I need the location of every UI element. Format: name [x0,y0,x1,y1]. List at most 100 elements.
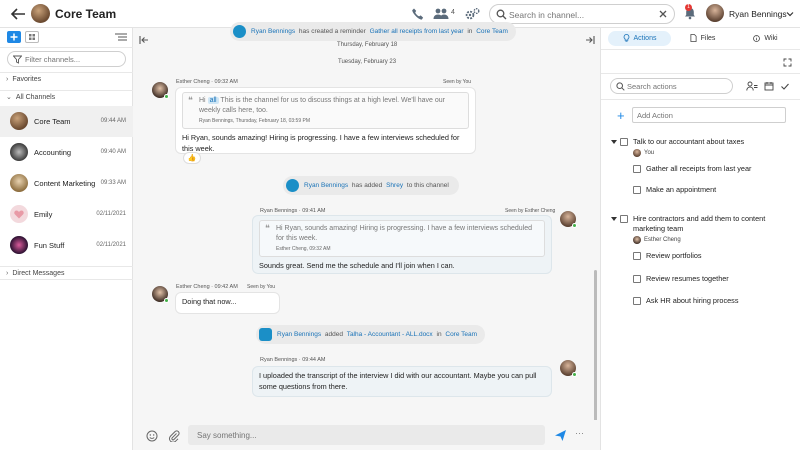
send-icon[interactable] [554,429,567,442]
sidebar-item-core-team[interactable]: Core Team 09:44 AM [0,106,133,137]
add-action-input[interactable] [632,107,786,123]
channel-filter[interactable] [7,51,126,67]
channel-time: 02/11/2021 [96,242,126,248]
phone-icon[interactable] [411,7,425,21]
collapse-left-icon[interactable] [139,35,149,45]
mention[interactable]: all [207,97,219,104]
user-avatar[interactable] [706,4,724,22]
user-name[interactable]: Ryan Bennings [729,9,787,19]
date-separator: Thursday, February 18 [337,42,398,48]
channel-link[interactable]: Core Team [476,28,508,35]
subtask-title[interactable]: Gather all receipts from last year [646,164,796,174]
subtask-checkbox[interactable] [633,252,641,260]
subtask-checkbox[interactable] [633,275,641,283]
channel-link[interactable]: Core Team [445,331,477,338]
grid-view-button[interactable] [25,31,39,43]
emoji-icon[interactable] [146,430,158,442]
back-arrow-icon[interactable] [10,7,26,21]
sidebar-item-content-marketing[interactable]: Content Marketing 09:33 AM [0,168,133,199]
tab-actions[interactable]: Actions [608,31,671,46]
assignee-name: You [644,150,655,156]
channel-name: Emily [34,210,53,219]
channel-search[interactable] [489,4,675,24]
members-icon[interactable] [433,7,449,21]
document-icon [259,328,272,341]
channel-search-input[interactable] [509,7,653,22]
all-channels-section[interactable]: ⌄ All Channels [0,90,133,104]
clear-search-icon[interactable] [658,9,668,19]
message-input[interactable] [188,425,545,445]
file-link[interactable]: Talha - Accountant - ALL.docx [347,331,433,338]
search-icon [616,82,625,91]
collapse-right-icon[interactable] [585,35,595,45]
channel-filter-input[interactable] [25,54,123,65]
task-checkbox[interactable] [620,138,628,146]
channel-avatar [10,143,28,161]
sidebar-item-emily[interactable]: Emily 02/11/2021 [0,199,133,230]
message-bubble: I uploaded the transcript of the intervi… [252,366,552,397]
notice-user[interactable]: Ryan Bennings [304,182,348,189]
channel-name: Fun Stuff [34,241,65,250]
notice-user[interactable]: Ryan Bennings [251,28,295,35]
notice-user[interactable]: Ryan Bennings [277,331,321,338]
tab-label: Wiki [764,35,778,42]
added-user-link[interactable]: Shrey [386,182,403,189]
task-title[interactable]: Hire contractors and add them to content… [633,214,773,234]
actions-search-input[interactable] [627,81,730,92]
subtask-title[interactable]: Ask HR about hiring process [646,296,796,306]
settings-gear-icon[interactable] [465,7,480,21]
direct-messages-section[interactable]: › Direct Messages [0,266,133,280]
task-title[interactable]: Talk to our accountant about taxes [633,137,793,147]
channel-avatar [10,112,28,130]
avatar[interactable] [152,82,169,99]
channel-time: 09:33 AM [100,180,126,186]
avatar[interactable] [560,211,577,228]
chat-scrollbar[interactable] [594,270,597,422]
tab-wiki[interactable]: Wiki [734,31,797,46]
calendar-icon[interactable] [764,81,774,91]
quote-text: This is the channel for us to discuss th… [199,97,445,114]
message-author: Ryan Bennings [260,357,298,363]
message-meta: Esther Cheng · 09:32 AM [176,79,238,85]
sidebar-item-fun-stuff[interactable]: Fun Stuff 02/11/2021 [0,230,133,261]
subtask-title[interactable]: Review resumes together [646,274,796,284]
actions-search[interactable] [610,78,733,94]
subtask-title[interactable]: Make an appointment [646,185,796,195]
list-menu-button[interactable] [114,31,128,43]
collapse-group-icon[interactable] [611,140,617,144]
people-icon [233,25,246,38]
message-bubble: Doing that now... [175,292,280,314]
subtask-title[interactable]: Review portfolios [646,251,796,261]
collapse-group-icon[interactable] [611,217,617,221]
subtask-checkbox[interactable] [633,165,641,173]
more-options-icon[interactable]: ⋯ [575,428,584,439]
add-action-button[interactable]: + [617,109,625,122]
subtask-checkbox[interactable] [633,186,641,194]
chevron-down-icon: ⌄ [6,94,12,101]
notice-text: has created a reminder [298,28,366,35]
message-composer: ⋯ [133,420,600,450]
avatar[interactable] [560,360,577,377]
attachment-paperclip-icon[interactable] [168,430,180,442]
assign-user-icon[interactable] [746,81,758,91]
quote-icon: ❝ [188,95,193,105]
task-checkbox[interactable] [620,215,628,223]
sidebar-item-accounting[interactable]: Accounting 09:40 AM [0,137,133,168]
tab-files[interactable]: Files [671,31,734,46]
favorites-section[interactable]: › Favorites [0,72,133,86]
avatar[interactable] [152,286,169,303]
reminder-link[interactable]: Gather all receipts from last year [370,28,464,35]
task-assignee: Esther Cheng [633,236,713,245]
online-status [164,94,169,99]
checkmark-icon[interactable] [780,81,790,91]
subtask-checkbox[interactable] [633,297,641,305]
plus-icon [10,33,18,41]
reminder-notice: Ryan Bennings has created a reminder Gat… [230,22,516,41]
filter-icon [13,55,22,64]
chevron-down-icon[interactable] [786,11,794,17]
reaction-thumbs-up[interactable]: 👍 [183,152,201,164]
quote-meta: Esther Cheng, 09:32 AM [276,246,331,252]
notice-text: to this channel [406,182,449,189]
expand-icon[interactable] [783,58,792,67]
new-channel-button[interactable] [7,31,21,43]
